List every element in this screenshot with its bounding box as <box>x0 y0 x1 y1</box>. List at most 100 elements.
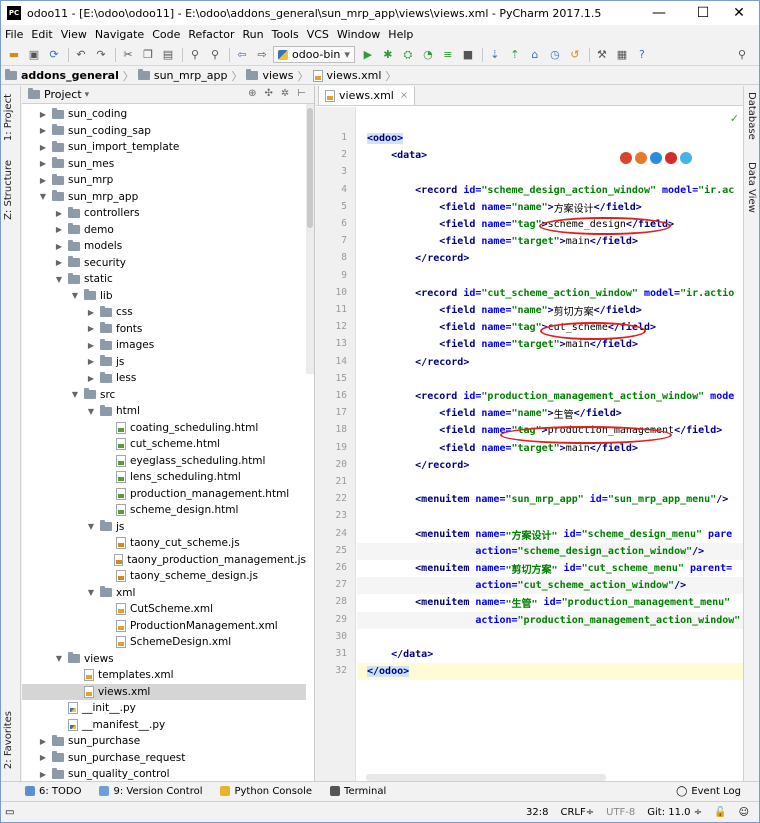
tree-item[interactable]: ▶ sun_purchase_request <box>22 750 306 767</box>
menu-code[interactable]: Code <box>152 28 180 41</box>
code-line[interactable]: </record> <box>357 250 743 267</box>
copy-icon[interactable]: ❐ <box>139 46 157 64</box>
code-line[interactable] <box>357 371 743 388</box>
code-line[interactable] <box>357 508 743 525</box>
menu-view[interactable]: View <box>61 28 87 41</box>
scrollbar-thumb[interactable] <box>307 108 313 228</box>
collapsed-arrow-icon[interactable]: ▶ <box>38 737 48 746</box>
tree-item[interactable]: ProductionManagement.xml <box>22 618 306 635</box>
replace-icon[interactable]: ⚲ <box>206 46 224 64</box>
menu-run[interactable]: Run <box>243 28 264 41</box>
vcs-update-icon[interactable]: ⇣ <box>486 46 504 64</box>
code-line[interactable]: <field name= "target" > main </field> <box>357 336 743 353</box>
tree-item[interactable]: ▼ lib <box>22 288 306 305</box>
tree-item[interactable]: ▼ xml <box>22 585 306 602</box>
collapsed-arrow-icon[interactable]: ▶ <box>38 753 48 762</box>
save-icon[interactable]: ▣ <box>25 46 43 64</box>
code-line[interactable]: <field name= "tag" > cut_scheme </field> <box>357 319 743 336</box>
code-line[interactable]: </record> <box>357 354 743 371</box>
menu-vcs[interactable]: VCS <box>307 28 329 41</box>
project-structure-icon[interactable]: ▦ <box>613 46 631 64</box>
opera-icon[interactable] <box>665 152 677 164</box>
code-area[interactable]: <odoo> <data> <record id= "scheme_design_… <box>357 107 743 781</box>
collapsed-arrow-icon[interactable]: ▶ <box>86 374 96 383</box>
tree-item[interactable]: production_management.html <box>22 486 306 503</box>
menu-navigate[interactable]: Navigate <box>95 28 144 41</box>
expanded-arrow-icon[interactable]: ▼ <box>38 192 48 201</box>
help-icon[interactable]: ? <box>633 46 651 64</box>
menu-refactor[interactable]: Refactor <box>188 28 234 41</box>
version-control-tool-button[interactable]: 9: Version Control <box>99 786 202 797</box>
menu-window[interactable]: Window <box>337 28 380 41</box>
tree-item[interactable]: ▶ sun_import_template <box>22 139 306 156</box>
sync-icon[interactable]: ⟳ <box>45 46 63 64</box>
editor-tab-views-xml[interactable]: views.xml × <box>318 86 416 105</box>
vcs-commit-icon[interactable]: ⇡ <box>506 46 524 64</box>
chevron-down-icon[interactable]: ▾ <box>85 90 90 100</box>
breadcrumb-item[interactable]: views.xml 〉 <box>312 68 396 84</box>
code-line[interactable]: <field name= "name" > 方案设计 </field> <box>357 199 743 216</box>
code-line[interactable] <box>357 268 743 285</box>
vcs-compare-icon[interactable]: ⌂ <box>526 46 544 64</box>
collapsed-arrow-icon[interactable]: ▶ <box>38 159 48 168</box>
expanded-arrow-icon[interactable]: ▼ <box>54 654 64 663</box>
code-line[interactable]: <field name= "target" > main </field> <box>357 233 743 250</box>
collapse-icon[interactable]: ✣ <box>265 88 273 99</box>
hide-icon[interactable]: ⊢ <box>297 88 306 99</box>
close-button[interactable]: ✕ <box>719 1 759 25</box>
run-icon[interactable]: ▶ <box>359 46 377 64</box>
tree-item[interactable]: ▶ js <box>22 354 306 371</box>
tree-item[interactable]: ▶ css <box>22 304 306 321</box>
database-tool-tab[interactable]: Database <box>746 92 757 140</box>
tree-item[interactable]: __manifest__.py <box>22 717 306 734</box>
collapsed-arrow-icon[interactable]: ▶ <box>86 341 96 350</box>
tree-item[interactable]: eyeglass_scheduling.html <box>22 453 306 470</box>
code-line[interactable]: <field name= "name" > 生管 </field> <box>357 405 743 422</box>
collapsed-arrow-icon[interactable]: ▶ <box>86 324 96 333</box>
code-line[interactable] <box>357 474 743 491</box>
locate-icon[interactable]: ⊕ <box>248 88 256 99</box>
tree-item[interactable]: ▶ sun_purchase <box>22 733 306 750</box>
code-line[interactable]: </record> <box>357 457 743 474</box>
expanded-arrow-icon[interactable]: ▼ <box>70 291 80 300</box>
tree-item[interactable]: ▶ sun_quality_control <box>22 766 306 781</box>
tree-item[interactable]: ▶ sun_mrp <box>22 172 306 189</box>
tree-item[interactable]: taony_scheme_design.js <box>22 568 306 585</box>
breadcrumb-item[interactable]: views 〉 <box>246 68 309 84</box>
expanded-arrow-icon[interactable]: ▼ <box>70 390 80 399</box>
tree-item[interactable]: taony_production_management.js <box>22 552 306 569</box>
undo-icon[interactable]: ↶ <box>72 46 90 64</box>
code-line[interactable]: <record id= "production_management_action… <box>357 388 743 405</box>
expanded-arrow-icon[interactable]: ▼ <box>86 522 96 531</box>
back-icon[interactable]: ⇦ <box>233 46 251 64</box>
maximize-button[interactable]: ☐ <box>683 1 723 25</box>
project-scrollbar[interactable] <box>306 104 314 374</box>
gear-icon[interactable]: ✲ <box>281 88 289 99</box>
tree-item[interactable]: views.xml <box>22 683 306 700</box>
tree-item[interactable]: ▼ static <box>22 271 306 288</box>
lock-icon[interactable]: 🔓 <box>714 807 726 818</box>
collapsed-arrow-icon[interactable]: ▶ <box>86 357 96 366</box>
data-view-tool-tab[interactable]: Data View <box>746 162 757 213</box>
ie-icon[interactable] <box>680 152 692 164</box>
vcs-revert-icon[interactable]: ↺ <box>566 46 584 64</box>
tree-item[interactable]: ▶ sun_coding_sap <box>22 123 306 140</box>
caret-position[interactable]: 32:8 <box>526 807 548 818</box>
chrome-icon[interactable] <box>620 152 632 164</box>
code-line[interactable]: <field name= "tag" > production_management <… <box>357 422 743 439</box>
code-line[interactable] <box>357 629 743 646</box>
tree-item[interactable]: __init__.py <box>22 700 306 717</box>
code-line[interactable]: <record id= "scheme_design_action_window"… <box>357 182 743 199</box>
breadcrumb-item[interactable]: sun_mrp_app 〉 <box>137 68 242 84</box>
code-line[interactable] <box>357 164 743 181</box>
search-everywhere-icon[interactable]: ⚲ <box>733 46 751 64</box>
code-line[interactable]: action= "scheme_design_action_window"/> <box>357 542 743 560</box>
line-separator[interactable]: CRLF÷ <box>560 807 594 818</box>
menu-file[interactable]: File <box>5 28 23 41</box>
collapsed-arrow-icon[interactable]: ▶ <box>54 242 64 251</box>
safari-icon[interactable] <box>650 152 662 164</box>
profile-icon[interactable]: ◔ <box>419 46 437 64</box>
tree-item[interactable]: templates.xml <box>22 667 306 684</box>
tree-item[interactable]: coating_scheduling.html <box>22 420 306 437</box>
editor-horizontal-scrollbar[interactable] <box>366 774 606 781</box>
